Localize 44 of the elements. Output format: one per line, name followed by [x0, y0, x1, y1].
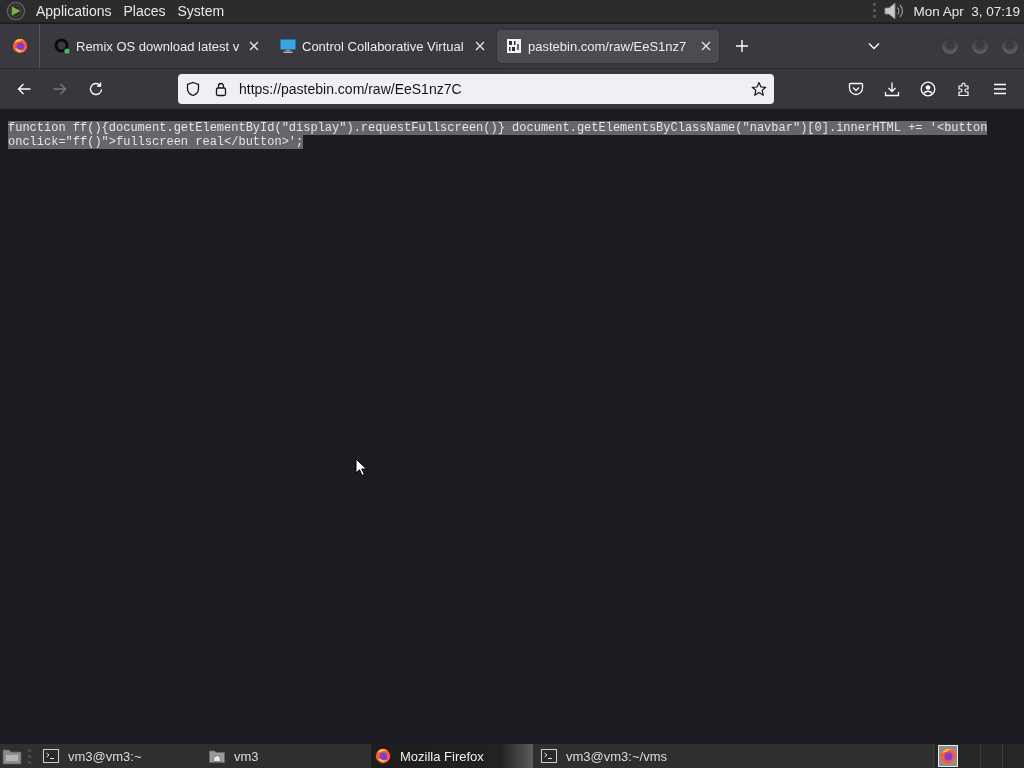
workspace-cell[interactable] — [933, 744, 980, 768]
plus-icon — [734, 38, 750, 54]
forward-arrow-icon — [52, 81, 68, 97]
close-icon[interactable] — [473, 39, 487, 53]
task-button[interactable]: vm3 — [205, 744, 367, 768]
chevron-shield-icon — [848, 81, 864, 97]
ring-icon — [54, 38, 70, 54]
play-logo-icon[interactable] — [6, 1, 26, 21]
close-icon[interactable] — [699, 39, 713, 53]
monitor-icon — [280, 38, 296, 54]
task-button[interactable]: Mozilla Firefox — [371, 744, 533, 768]
folder-icon[interactable] — [2, 747, 22, 765]
task-button[interactable]: vm3@vm3:~/vms — [537, 744, 699, 768]
star-icon[interactable] — [751, 81, 767, 97]
mouse-pointer-icon — [355, 458, 367, 476]
terminal-icon — [43, 748, 59, 764]
menu-icon — [992, 81, 1008, 97]
browser-tab[interactable]: Remix OS download latest v — [45, 29, 267, 63]
workspace-cell[interactable] — [1002, 744, 1024, 768]
workspace-cell[interactable] — [980, 744, 1002, 768]
home-folder-icon — [209, 748, 225, 764]
reload-icon — [88, 81, 104, 97]
panel-handle-icon — [873, 2, 877, 20]
browser-logo-icon[interactable] — [11, 38, 28, 54]
browser-tab[interactable]: pastebin.com/raw/EeS1nz7 — [497, 29, 719, 63]
panel-menu-button[interactable]: System — [171, 1, 231, 21]
download-icon — [884, 81, 900, 97]
document-icon — [506, 38, 522, 54]
lock-icon[interactable] — [213, 81, 229, 97]
task-button[interactable]: vm3@vm3:~ — [39, 744, 201, 768]
panel-menu-button[interactable]: Places — [117, 1, 172, 21]
back-arrow-icon — [16, 81, 32, 97]
browser-logo-icon — [375, 748, 391, 764]
puzzle-piece-icon — [956, 81, 972, 97]
panel-menu-button[interactable]: Applications — [30, 1, 118, 21]
close-icon[interactable] — [247, 39, 261, 53]
window-thumbnail-icon — [938, 745, 958, 767]
terminal-icon — [541, 748, 557, 764]
address-field[interactable]: https://pastebin.com/raw/EeS1nz7C — [178, 74, 774, 104]
clock: Mon Apr 3, 07:19 — [913, 3, 1021, 19]
browser-tab[interactable]: Control Collaborative Virtual — [271, 29, 493, 63]
shield-icon[interactable] — [185, 81, 201, 97]
speaker-icon[interactable] — [883, 1, 906, 21]
account-icon — [920, 81, 936, 97]
